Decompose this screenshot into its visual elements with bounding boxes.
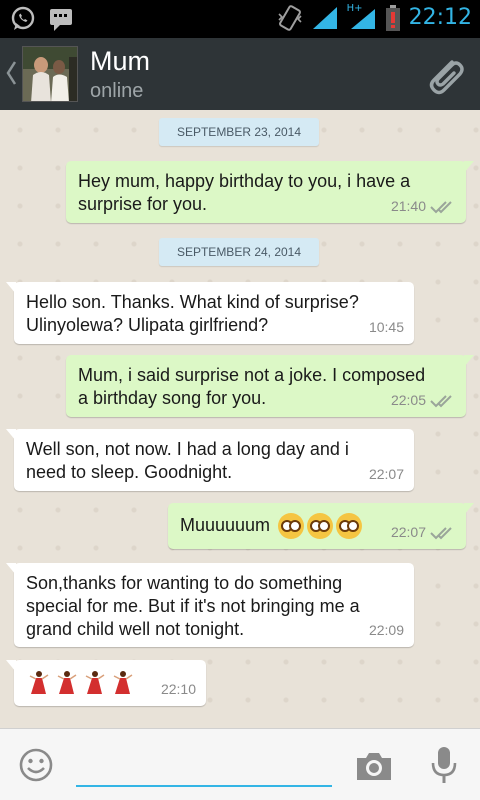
message-time: 21:40 [390,198,426,214]
bubble-tail [6,660,16,672]
message-text: Muuuuuum [180,513,363,539]
message-bubble-outgoing[interactable]: Mum, i said surprise not a joke. I compo… [66,355,474,417]
camera-icon[interactable] [354,749,394,783]
dancer-emoji [29,671,49,694]
status-bar-notifications [10,6,74,32]
bubble-tail [6,429,16,441]
message-time: 22:09 [368,622,404,638]
message-line: Son,thanks for wanting to do something [26,573,343,593]
message-bubble-incoming[interactable]: Son,thanks for wanting to do something s… [6,563,414,647]
message-text: Well son, not now. I had a long day and … [26,438,349,484]
message-meta: 22:05 [391,389,456,412]
bubble-tail [464,161,474,173]
message-line: Muuuuuum [180,514,271,535]
message-composer [0,728,480,800]
message-text: Hello son. Thanks. What kind of surprise… [26,291,359,337]
message-meta: 22:09 [369,619,404,642]
message-time: 10:45 [368,319,404,335]
input-underline [76,785,332,787]
flushed-face-emoji [307,513,334,539]
clock: 22:12 [408,5,472,30]
message-bubble-incoming[interactable]: Well son, not now. I had a long day and … [6,429,414,491]
vibrate-icon [278,5,302,31]
message-time: 22:10 [160,681,196,697]
whatsapp-icon [11,6,35,30]
message-text: Mum, i said surprise not a joke. I compo… [78,364,425,410]
double-check-icon [430,394,452,407]
message-line: Hey mum, happy birthday to you, i have a [78,171,411,191]
battery-low-icon [385,5,400,31]
message-time: 22:07 [368,466,404,482]
flushed-face-emoji [336,513,363,539]
status-bar-system: H+ 22:12 [277,3,472,32]
paperclip-icon[interactable] [422,52,468,98]
dancer-emoji [57,671,77,694]
message-input[interactable] [78,749,330,783]
flushed-face-emoji [278,513,305,539]
message-icon [50,9,72,31]
message-bubble-outgoing[interactable]: Muuuuuum 22:07 [168,503,474,549]
dancer-emoji [113,671,133,694]
message-text [28,670,140,696]
message-line: Ulinyolewa? Ulipata girlfriend? [26,315,269,335]
back-chevron-icon[interactable] [4,58,18,88]
dancer-emoji [85,671,105,694]
signal-icon [350,9,375,29]
message-line: Hello son. Thanks. What kind of surprise… [26,292,359,312]
message-line: Mum, i said surprise not a joke. I compo… [78,365,426,385]
message-bubble-outgoing[interactable]: Hey mum, happy birthday to you, i have a… [66,161,474,223]
message-bubble-incoming[interactable]: Hello son. Thanks. What kind of surprise… [6,282,414,344]
status-bar: H+ 22:12 [0,0,480,38]
message-meta: 22:10 [161,678,196,701]
message-time: 22:05 [390,392,426,408]
message-line: need to sleep. Goodnight. [26,462,233,482]
bubble-tail [464,503,474,515]
double-check-icon [430,526,452,539]
message-time: 22:07 [390,524,426,540]
microphone-icon[interactable] [430,745,458,785]
network-indicator: H+ [347,3,377,31]
avatar[interactable] [22,46,78,102]
double-check-icon [430,200,452,213]
message-line: special for me. But if it's not bringing… [26,596,360,616]
message-line: a birthday song for you. [78,388,267,408]
contact-name[interactable]: Mum [90,46,150,77]
date-divider: SEPTEMBER 24, 2014 [159,238,319,266]
message-meta: 22:07 [391,521,456,544]
message-text: Son,thanks for wanting to do something s… [26,572,360,641]
message-meta: 21:40 [391,195,456,218]
bubble-tail [6,563,16,575]
contact-status: online [90,80,144,102]
message-meta: 10:45 [369,316,404,339]
bubble-tail [464,355,474,367]
chat-header: Mum online [0,38,480,110]
smiley-icon[interactable] [18,747,54,783]
message-line: surprise for you. [78,194,208,214]
bubble-tail [6,282,16,294]
message-list[interactable]: SEPTEMBER 23, 2014 Hey mum, happy birthd… [0,110,480,728]
message-bubble-incoming[interactable]: 22:10 [6,660,206,706]
message-line: grand child well not tonight. [26,619,245,639]
message-text: Hey mum, happy birthday to you, i have a… [78,170,410,216]
message-line: Well son, not now. I had a long day and … [26,439,349,459]
message-meta: 22:07 [369,463,404,486]
signal-icon [312,7,337,29]
date-divider: SEPTEMBER 23, 2014 [159,118,319,146]
